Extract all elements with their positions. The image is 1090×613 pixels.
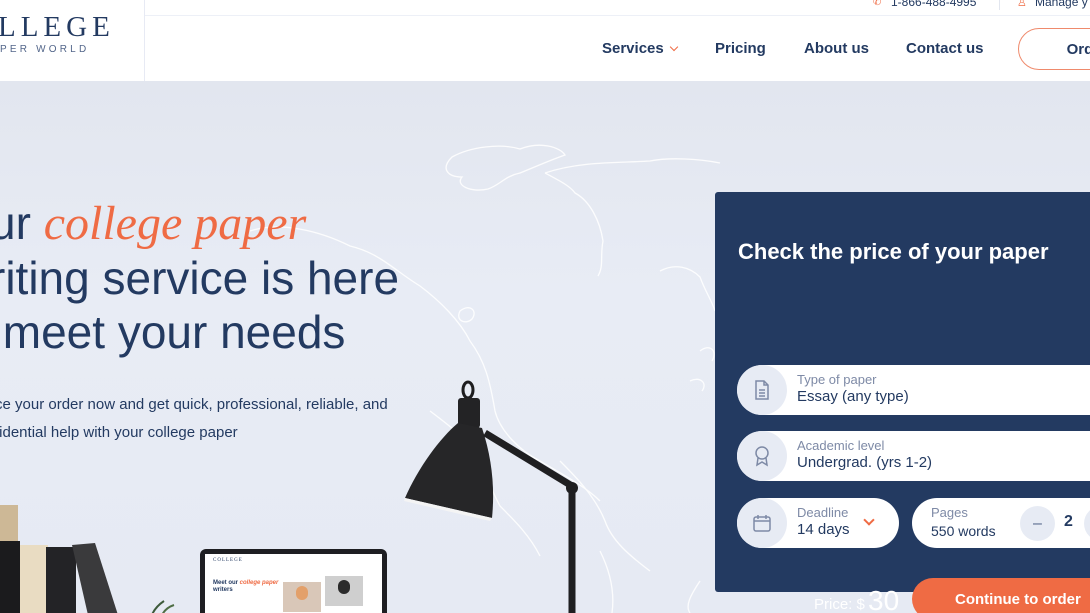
deadline-select[interactable]: Deadline 14 days xyxy=(737,498,899,548)
plant-leaf-1 xyxy=(151,600,165,613)
nav-contact-us[interactable]: Contact us xyxy=(906,40,984,57)
hero-title-prefix: ur xyxy=(0,197,31,249)
hero-title-line-1: ur college paper xyxy=(0,196,399,251)
academic-level-value: Undergrad. (yrs 1-2) xyxy=(797,454,933,471)
lamp-arm xyxy=(483,430,574,489)
map-east xyxy=(659,266,716,312)
map-south-america xyxy=(599,550,701,613)
academic-level-select[interactable]: Academic level Undergrad. (yrs 1-2) xyxy=(737,431,1090,481)
laptop-screen-heading: Meet our college paper writers xyxy=(213,580,278,594)
top-bar: ✆ 1-866-488-4995 ♙ Manage y xyxy=(145,0,1090,16)
type-of-paper-value: Essay (any type) xyxy=(797,388,909,405)
hero-subtitle-line-1: ce your order now and get quick, profess… xyxy=(0,396,388,413)
laptop-screen: COLLEGE Meet our college paper writers xyxy=(205,554,382,613)
nav-pricing[interactable]: Pricing xyxy=(715,40,766,57)
calendar-icon-wrap xyxy=(737,498,787,548)
chevron-down-icon xyxy=(669,42,678,52)
writer-face-2 xyxy=(338,580,350,594)
price-value: 30 xyxy=(868,585,900,613)
award-ribbon-icon xyxy=(755,446,769,467)
logo-wordmark: LLEGE xyxy=(0,11,115,43)
plant-image xyxy=(151,600,175,613)
nav-services[interactable]: Services xyxy=(602,40,678,57)
desk-lamp-image xyxy=(404,380,578,613)
academic-level-label: Academic level xyxy=(797,438,885,453)
logo[interactable]: LLEGE PER WORLD xyxy=(0,0,145,81)
hero-title: ur college paper riting service is here … xyxy=(0,196,399,359)
map-islands xyxy=(689,347,715,392)
price-label: Price: $ xyxy=(814,596,865,613)
books-image xyxy=(0,505,118,613)
continue-to-order-button[interactable]: Continue to order xyxy=(912,578,1090,613)
order-button[interactable]: Order xyxy=(1018,28,1090,70)
phone-link[interactable]: 1-866-488-4995 xyxy=(891,0,976,9)
pages-decrement-button[interactable]: – xyxy=(1020,506,1055,541)
laptop-heading-accent: college paper xyxy=(239,580,279,586)
writer-face-1 xyxy=(296,586,308,600)
document-icon xyxy=(755,380,769,400)
book-dark-1 xyxy=(46,547,76,613)
hero-title-line-3: meet your needs xyxy=(0,306,346,358)
type-of-paper-select[interactable]: Type of paper Essay (any type) xyxy=(737,365,1090,415)
laptop-heading-suffix: writers xyxy=(213,587,233,593)
plant-leaf-2 xyxy=(161,604,175,613)
user-icon: ♙ xyxy=(1017,0,1027,9)
award-icon-wrap xyxy=(737,431,787,481)
pages-label: Pages xyxy=(931,505,968,520)
document-icon-wrap xyxy=(737,365,787,415)
pages-increment-button[interactable]: + xyxy=(1084,506,1090,541)
price-calculator-card: Check the price of your paper Type of pa… xyxy=(715,192,1090,613)
nav-about-us[interactable]: About us xyxy=(804,40,869,57)
laptop-heading-prefix: Meet our xyxy=(213,580,240,586)
type-of-paper-label: Type of paper xyxy=(797,372,877,387)
nav-services-label: Services xyxy=(602,40,664,57)
hero-section: ur college paper riting service is here … xyxy=(0,81,1090,613)
hero-title-accent: college paper xyxy=(43,197,307,250)
map-europe-asia xyxy=(544,158,721,277)
hero-subtitle-line-2: fidential help with your college paper xyxy=(0,424,238,441)
chevron-down-icon xyxy=(863,514,875,526)
deadline-label: Deadline xyxy=(797,505,849,520)
laptop-screen-logo: COLLEGE xyxy=(213,558,243,563)
book-black xyxy=(0,541,20,613)
pages-stepper: Pages 550 words – 2 + xyxy=(912,498,1090,548)
book-dark-2 xyxy=(72,543,118,613)
pages-count: 2 xyxy=(1064,513,1073,530)
deadline-value: 14 days xyxy=(797,521,850,538)
phone-icon: ✆ xyxy=(873,0,882,8)
laptop-image: COLLEGE Meet our college paper writers xyxy=(200,549,387,613)
logo-tagline: PER WORLD xyxy=(0,44,90,55)
hero-subtitle: ce your order now and get quick, profess… xyxy=(0,391,425,447)
price-card-title: Check the price of your paper xyxy=(738,239,1049,264)
site-header: LLEGE PER WORLD ✆ 1-866-488-4995 ♙ Manag… xyxy=(0,0,1090,81)
divider xyxy=(999,0,1000,10)
lamp-hook xyxy=(461,380,475,400)
map-lakes xyxy=(458,307,475,323)
hero-title-line-2: riting service is here xyxy=(0,252,400,304)
lamp-cap xyxy=(458,398,480,428)
book-cream xyxy=(20,545,48,613)
pages-words: 550 words xyxy=(931,523,996,539)
calendar-icon xyxy=(753,515,771,532)
manage-orders-link[interactable]: Manage y xyxy=(1035,0,1088,9)
map-greenland xyxy=(445,144,566,191)
